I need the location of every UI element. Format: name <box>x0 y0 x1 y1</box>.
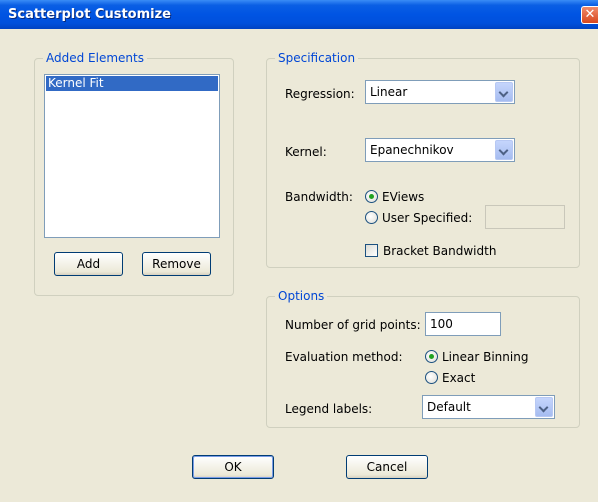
regression-select[interactable]: Linear <box>365 80 515 104</box>
evaluation-linear-binning-label[interactable]: Linear Binning <box>442 350 528 364</box>
evaluation-exact-label[interactable]: Exact <box>442 371 475 385</box>
chevron-down-icon[interactable] <box>495 140 513 160</box>
window-title: Scatterplot Customize <box>8 7 171 22</box>
bandwidth-eviews-label[interactable]: EViews <box>382 190 424 204</box>
ok-button[interactable]: OK <box>192 455 274 479</box>
grid-points-label: Number of grid points: <box>285 318 421 332</box>
evaluation-exact-radio[interactable] <box>425 371 438 384</box>
bracket-bandwidth-checkbox[interactable] <box>365 244 378 257</box>
chevron-down-icon[interactable] <box>535 397 553 417</box>
kernel-select[interactable]: Epanechnikov <box>365 138 515 162</box>
bandwidth-label: Bandwidth: <box>285 190 353 204</box>
options-title: Options <box>275 289 328 303</box>
evaluation-linear-binning-radio[interactable] <box>425 350 438 363</box>
added-elements-list[interactable]: Kernel Fit <box>44 74 220 238</box>
add-button[interactable]: Add <box>54 252 123 276</box>
title-bar[interactable]: Scatterplot Customize ✕ <box>0 0 598 29</box>
remove-button[interactable]: Remove <box>142 252 211 276</box>
legend-labels-select[interactable]: Default <box>422 395 555 419</box>
user-specified-bandwidth-field[interactable] <box>485 205 565 229</box>
kernel-value: Epanechnikov <box>370 143 454 157</box>
scatterplot-customize-dialog: Scatterplot Customize ✕ Added Elements K… <box>0 0 598 502</box>
chevron-down-icon[interactable] <box>495 82 513 102</box>
list-item-kernel-fit[interactable]: Kernel Fit <box>46 76 218 91</box>
bracket-bandwidth-label[interactable]: Bracket Bandwidth <box>383 244 496 258</box>
specification-title: Specification <box>275 51 359 65</box>
cancel-button[interactable]: Cancel <box>346 455 428 479</box>
regression-label: Regression: <box>285 87 355 101</box>
legend-labels-value: Default <box>427 400 471 414</box>
grid-points-field[interactable]: 100 <box>425 312 501 336</box>
evaluation-method-label: Evaluation method: <box>285 350 403 364</box>
bandwidth-eviews-radio[interactable] <box>365 190 378 203</box>
legend-labels-label: Legend labels: <box>285 402 373 416</box>
grid-points-value: 100 <box>430 317 453 331</box>
regression-value: Linear <box>370 85 408 99</box>
kernel-label: Kernel: <box>285 145 327 159</box>
added-elements-title: Added Elements <box>43 51 147 65</box>
bandwidth-user-specified-radio[interactable] <box>365 211 378 224</box>
bandwidth-user-specified-label[interactable]: User Specified: <box>382 211 472 225</box>
close-icon[interactable]: ✕ <box>581 6 598 24</box>
